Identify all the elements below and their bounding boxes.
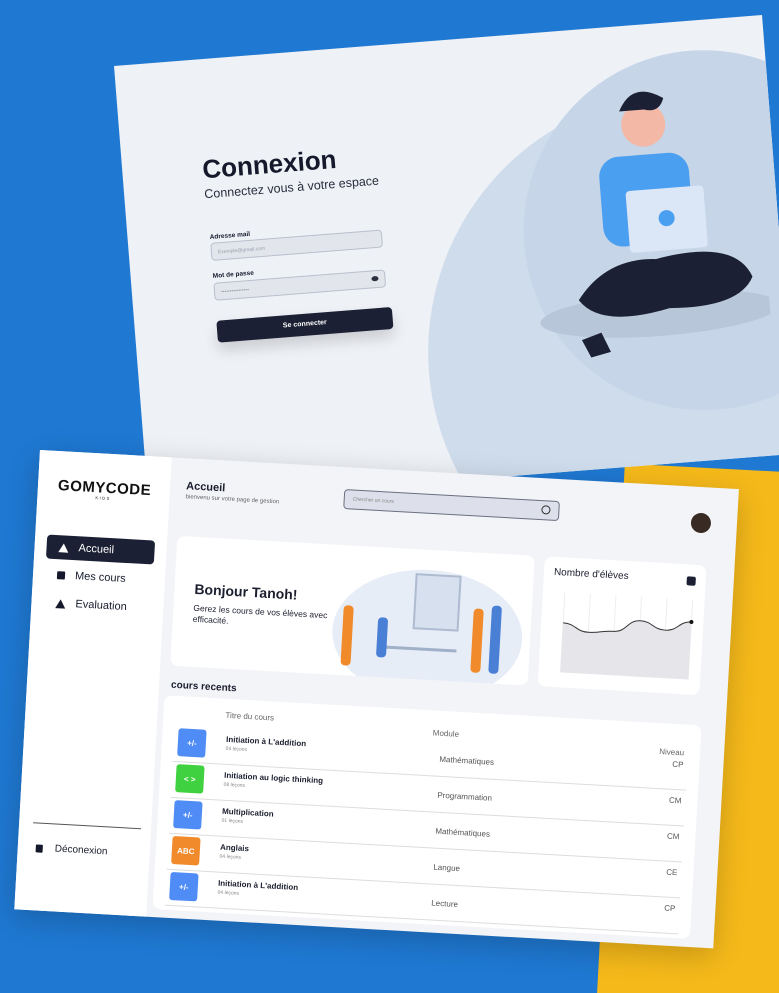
welcome-card: Bonjour Tanoh! Gerez les cours de vos él… (170, 535, 535, 686)
logout-label: Déconexion (54, 843, 108, 858)
course-module: Mathématiques (439, 754, 495, 767)
home-icon (58, 542, 69, 553)
course-thumbnail: < > (175, 764, 205, 794)
divider (33, 822, 142, 830)
course-lessons: 04 leçons (217, 889, 240, 897)
search-icon[interactable] (541, 505, 551, 515)
course-title: Anglais (219, 842, 250, 854)
course-thumbnail: +/- (169, 871, 199, 902)
course-module: Lecture (431, 898, 459, 910)
course-thumbnail: +/- (177, 728, 207, 758)
login-button[interactable]: Se connecter (216, 306, 394, 343)
student-laptop-illustration (540, 91, 774, 358)
page-title: Accueil (185, 480, 226, 495)
course-lessons: 04 leçons (219, 853, 242, 861)
students-chart-card: Nombre d'élèves (537, 556, 707, 696)
sidebar-item-evaluation[interactable]: Evaluation (43, 590, 152, 620)
section-title: cours recents (170, 679, 237, 695)
avatar[interactable] (690, 512, 712, 534)
search-input[interactable]: Chercher un cours (343, 489, 560, 522)
sidebar-item-mes-cours[interactable]: Mes cours (44, 562, 153, 592)
students-chart (559, 592, 694, 680)
logout-button[interactable]: Déconexion (35, 842, 108, 858)
sidebar-item-label: Evaluation (75, 598, 128, 614)
course-level: CP (664, 903, 676, 914)
column-header-module: Module (432, 728, 460, 739)
search-placeholder: Chercher un cours (352, 496, 394, 505)
course-level: CM (668, 795, 682, 806)
sidebar: GOMYCODE KIDS Accueil Mes cours Evaluati… (14, 450, 172, 917)
course-lessons: 01 leçons (221, 817, 244, 825)
welcome-text: Gerez les cours de vos élèves avec effic… (192, 602, 328, 626)
column-header-title: Titre du cours (225, 710, 275, 723)
sidebar-item-accueil[interactable]: Accueil (45, 534, 156, 565)
password-label: Mot de passe (212, 269, 255, 280)
course-title: Multiplication (221, 806, 274, 819)
course-thumbnail: +/- (173, 800, 203, 830)
eye-icon[interactable] (371, 275, 379, 282)
welcome-title: Bonjour Tanoh! (194, 580, 298, 603)
courses-table: Titre du cours Module Niveau +/- Initiati… (152, 695, 702, 940)
course-module: Langue (433, 862, 461, 874)
sidebar-item-label: Accueil (78, 542, 115, 557)
logout-icon (35, 843, 43, 853)
password-placeholder: •••••••••••••••• (220, 287, 250, 296)
course-level: CE (666, 867, 678, 878)
home-icon (55, 598, 66, 609)
course-level: CM (666, 831, 680, 842)
book-icon (56, 571, 66, 580)
login-screen: Connexion Connectez vous à votre espace … (114, 15, 779, 505)
course-module: Programmation (437, 790, 493, 803)
course-lessons: 04 leçons (225, 745, 248, 754)
course-level: CP (672, 759, 684, 770)
dashboard-screen: GOMYCODE KIDS Accueil Mes cours Evaluati… (14, 450, 739, 949)
course-thumbnail: ABC (171, 836, 201, 866)
page-subtitle: bienvenu sur votre page de gestion (185, 494, 280, 506)
sidebar-item-label: Mes cours (74, 570, 127, 585)
board-illustration (412, 573, 462, 632)
course-module: Mathématiques (435, 826, 491, 839)
chart-area (560, 620, 692, 680)
brand-sub: KIDS (95, 495, 111, 502)
course-lessons: 08 leçons (223, 781, 246, 789)
